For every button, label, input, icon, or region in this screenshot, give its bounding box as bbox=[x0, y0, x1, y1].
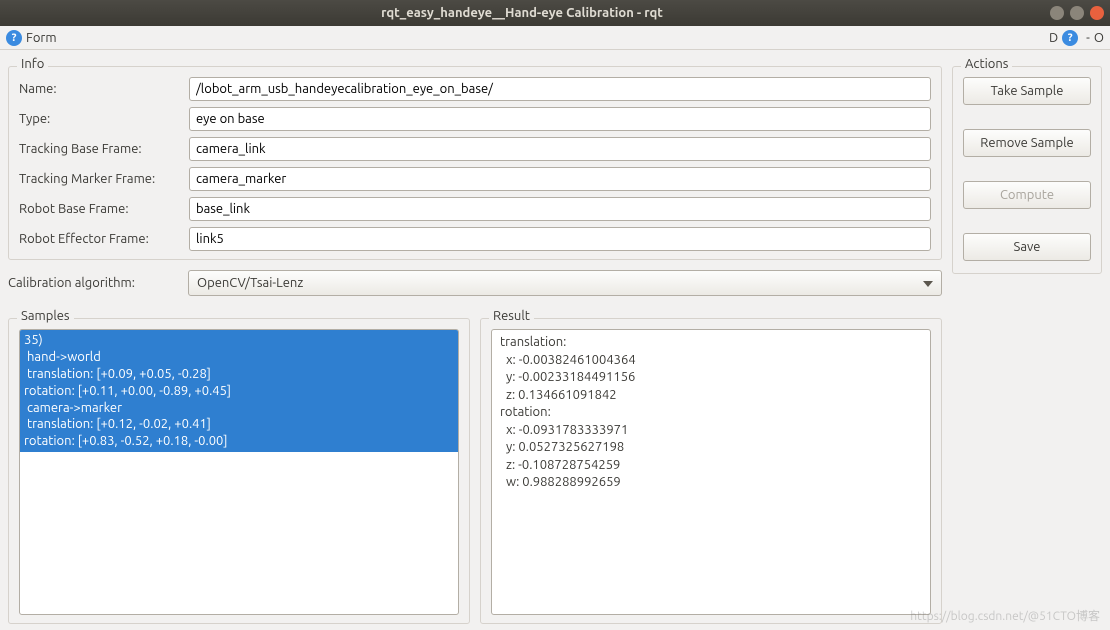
type-field[interactable] bbox=[189, 107, 931, 131]
take-sample-button[interactable]: Take Sample bbox=[963, 77, 1091, 105]
robot-base-field[interactable] bbox=[189, 197, 931, 221]
maximize-icon[interactable] bbox=[1070, 6, 1084, 20]
tracking-marker-label: Tracking Marker Frame: bbox=[19, 172, 189, 186]
algorithm-value: OpenCV/Tsai-Lenz bbox=[197, 276, 303, 290]
remove-sample-button[interactable]: Remove Sample bbox=[963, 129, 1091, 157]
samples-group: Samples 35) hand->world translation: [+0… bbox=[8, 318, 470, 624]
result-legend: Result bbox=[489, 309, 534, 323]
type-label: Type: bbox=[19, 112, 189, 126]
tracking-base-field[interactable] bbox=[189, 137, 931, 161]
actions-legend: Actions bbox=[961, 57, 1012, 71]
compute-button[interactable]: Compute bbox=[963, 181, 1091, 209]
watermark: https://blog.csdn.net/@51CTO博客 bbox=[910, 607, 1100, 624]
window-title: rqt_easy_handeye__Hand-eye Calibration -… bbox=[0, 6, 1044, 20]
samples-list[interactable]: 35) hand->world translation: [+0.09, +0.… bbox=[20, 330, 458, 614]
name-field[interactable] bbox=[189, 77, 931, 101]
result-group: Result translation: x: -0.00382461004364… bbox=[480, 318, 942, 624]
o-label: O bbox=[1094, 31, 1104, 45]
actions-group: Actions Take Sample Remove Sample Comput… bbox=[952, 66, 1102, 274]
window-titlebar: rqt_easy_handeye__Hand-eye Calibration -… bbox=[0, 0, 1110, 26]
algorithm-label: Calibration algorithm: bbox=[8, 276, 178, 290]
sample-item[interactable]: 35) hand->world translation: [+0.09, +0.… bbox=[20, 330, 458, 452]
help-icon[interactable]: ? bbox=[6, 30, 22, 46]
save-button[interactable]: Save bbox=[963, 233, 1091, 261]
info-group: Info Name: Type: Tracking Base Frame: Tr… bbox=[8, 66, 942, 260]
tracking-marker-field[interactable] bbox=[189, 167, 931, 191]
info-legend: Info bbox=[17, 57, 48, 71]
robot-effector-field[interactable] bbox=[189, 227, 931, 251]
chevron-down-icon bbox=[923, 276, 933, 290]
toolbar: ? Form D ? - O bbox=[0, 26, 1110, 50]
robot-effector-label: Robot Effector Frame: bbox=[19, 232, 189, 246]
algorithm-combobox[interactable]: OpenCV/Tsai-Lenz bbox=[188, 270, 942, 296]
close-icon[interactable] bbox=[1090, 6, 1104, 20]
robot-base-label: Robot Base Frame: bbox=[19, 202, 189, 216]
tracking-base-label: Tracking Base Frame: bbox=[19, 142, 189, 156]
name-label: Name: bbox=[19, 82, 189, 96]
question-icon[interactable]: ? bbox=[1062, 30, 1078, 46]
form-label: Form bbox=[26, 31, 57, 45]
separator: - bbox=[1086, 31, 1090, 45]
dock-label: D bbox=[1049, 31, 1058, 45]
result-text: translation: x: -0.00382461004364 y: -0.… bbox=[491, 329, 931, 615]
minimize-icon[interactable] bbox=[1050, 6, 1064, 20]
samples-legend: Samples bbox=[17, 309, 74, 323]
